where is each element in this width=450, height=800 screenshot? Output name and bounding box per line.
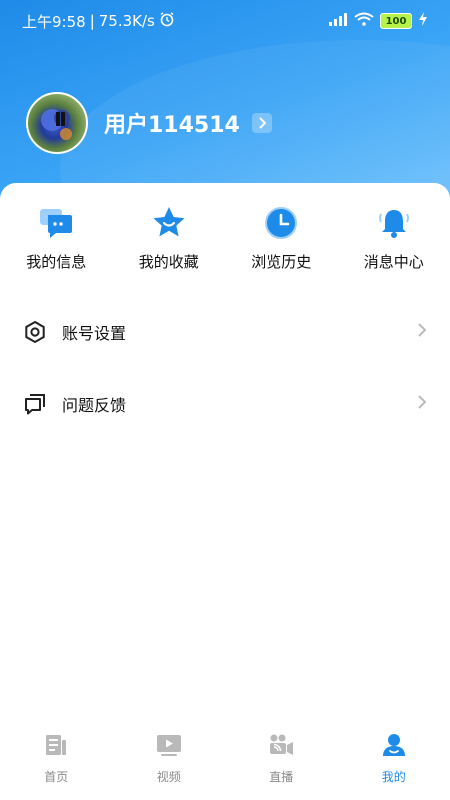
tab-video[interactable]: 视频 — [113, 720, 226, 800]
status-bar: 上午9:58 | 75.3K/s 100 — [0, 0, 450, 42]
signal-icon — [328, 12, 348, 30]
home-doc-icon — [43, 732, 69, 762]
profile-arrow-button[interactable] — [251, 113, 272, 133]
tab-label: 首页 — [44, 770, 69, 784]
wifi-icon — [354, 12, 374, 30]
bottom-tab-bar: 首页 视频 直播 我的 — [0, 720, 450, 800]
status-right: 100 — [328, 12, 428, 30]
status-time: 上午9:58 — [22, 12, 86, 31]
tab-live[interactable]: 直播 — [225, 720, 338, 800]
menu-item-account-settings[interactable]: 账号设置 — [0, 310, 450, 354]
profile-header[interactable]: 用户114514 — [26, 92, 272, 154]
chevron-right-icon — [259, 117, 267, 129]
message-icon — [38, 205, 74, 241]
star-icon — [151, 205, 187, 241]
avatar[interactable] — [26, 92, 88, 154]
tab-mine[interactable]: 我的 — [338, 720, 450, 800]
video-icon — [155, 732, 183, 762]
quick-action-message-center[interactable]: 消息中心 — [338, 205, 450, 272]
charging-icon — [418, 12, 428, 30]
content-card: 我的信息 我的收藏 浏览历史 消息中心 账号设置 问题反馈 — [0, 183, 450, 800]
tab-home[interactable]: 首页 — [0, 720, 113, 800]
status-divider: | — [89, 12, 95, 30]
quick-action-label: 我的收藏 — [138, 253, 199, 271]
tab-label: 直播 — [269, 770, 294, 784]
alarm-icon — [159, 11, 175, 31]
quick-action-label: 浏览历史 — [251, 253, 312, 271]
chevron-right-icon — [416, 322, 428, 342]
username[interactable]: 用户114514 — [104, 107, 240, 139]
quick-action-history[interactable]: 浏览历史 — [225, 205, 338, 272]
live-icon — [267, 732, 295, 762]
user-icon — [381, 732, 407, 762]
menu-item-feedback[interactable]: 问题反馈 — [0, 382, 450, 426]
chevron-right-icon — [416, 394, 428, 414]
battery-indicator: 100 — [380, 13, 412, 29]
clock-icon — [263, 205, 299, 241]
feedback-icon — [22, 391, 48, 417]
settings-icon — [22, 319, 48, 345]
quick-action-label: 我的信息 — [26, 253, 87, 271]
menu-item-label: 账号设置 — [62, 324, 127, 343]
bell-icon — [376, 205, 412, 241]
quick-action-label: 消息中心 — [363, 253, 424, 271]
status-left: 上午9:58 | 75.3K/s — [22, 11, 175, 32]
avatar-image — [41, 109, 72, 140]
tab-label: 视频 — [156, 770, 181, 784]
tab-label: 我的 — [381, 770, 406, 784]
quick-action-my-info[interactable]: 我的信息 — [0, 205, 113, 272]
quick-action-favorites[interactable]: 我的收藏 — [113, 205, 226, 272]
status-network-speed: 75.3K/s — [98, 12, 155, 30]
menu-item-label: 问题反馈 — [62, 396, 127, 415]
quick-actions: 我的信息 我的收藏 浏览历史 消息中心 — [0, 205, 450, 272]
